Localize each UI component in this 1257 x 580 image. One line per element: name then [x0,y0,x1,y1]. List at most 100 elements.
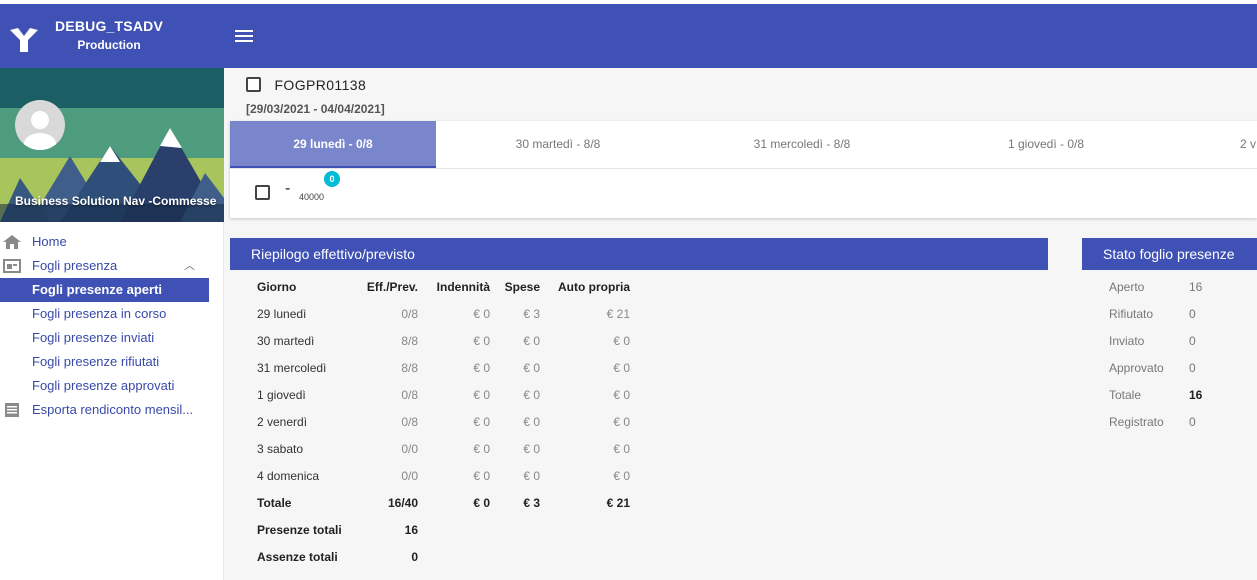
cell: € 0 [613,360,630,375]
tab-day-31[interactable]: 31 mercoledì - 8/8 [698,121,906,168]
company-name: Business Solution Nav -Commesse [15,194,217,208]
sidebar-item-fogli-inviati[interactable]: Fogli presenze inviati [0,326,224,350]
cell: € 0 [523,468,540,483]
chevron-up-icon[interactable]: ︿ [184,254,195,278]
cell: 0 [1189,306,1196,321]
table-row: 2 venerdì 0/8 € 0 € 0 € 0 [257,408,630,435]
column-header: Indennità [436,279,490,294]
cell: € 0 [523,414,540,429]
sidebar-item-fogli-in-corso[interactable]: Fogli presenza in corso [0,302,224,326]
tab-day-30[interactable]: 30 martedì - 8/8 [454,121,662,168]
timesheet-icon [3,259,21,273]
cell: Totale [1109,387,1142,402]
cell: 0/0 [401,468,418,483]
sidebar-item-fogli-approvati[interactable]: Fogli presenze approvati [0,374,224,398]
status-title: Stato foglio presenze [1082,238,1257,270]
cell: 16 [1189,387,1203,402]
cell: 1 giovedì [257,387,306,402]
table-row: Aperto 16 [1109,273,1202,300]
cell: € 0 [473,333,490,348]
presenze-row: Presenze totali 16 [257,516,630,543]
table-row: Inviato 0 [1109,327,1202,354]
cell: Approvato [1109,360,1164,375]
day-tabs-card: 29 lunedì - 0/8 30 martedì - 8/8 31 merc… [230,121,1257,218]
cell: 0 [1189,414,1196,429]
column-header: Giorno [257,279,297,294]
list-item: - 40000 0 [255,171,340,202]
cell: 16 [1189,279,1203,294]
sheet-select-checkbox[interactable] [246,77,261,93]
cell: 0 [1189,360,1196,375]
cell: € 0 [613,441,630,456]
sidebar-item-fogli-rifiutati[interactable]: Fogli presenze rifiutati [0,350,224,374]
app-name: DEBUG_TSADV [55,18,163,34]
cell: € 3 [523,306,540,321]
tab-day-1[interactable]: 1 giovedì - 0/8 [942,121,1150,168]
table-row: 4 domenica 0/0 € 0 € 0 € 0 [257,462,630,489]
sheet-code: FOGPR01138 [274,76,367,93]
cell: € 0 [613,387,630,402]
entry-checkbox[interactable] [255,185,270,201]
sidebar-item-label: Fogli presenze aperti [32,282,163,297]
cell: € 0 [613,333,630,348]
cell: € 0 [473,414,490,429]
list-icon [5,403,19,417]
cell: 0/8 [401,306,418,321]
cell: 4 domenica [257,468,320,483]
sidebar-item-esporta[interactable]: Esporta rendiconto mensil... [0,398,224,422]
app-logo-icon [10,28,38,52]
sidebar-item-fogli-aperti[interactable]: Fogli presenze aperti [0,278,209,302]
cell: 3 sabato [257,441,304,456]
cell: € 0 [473,387,490,402]
column-header: Auto propria [558,279,630,294]
cell: € 0 [473,495,490,510]
cell: € 0 [473,306,490,321]
cell: € 0 [473,360,490,375]
sidebar-item-home[interactable]: Home [0,230,224,254]
home-icon [3,235,21,249]
cell: € 0 [473,468,490,483]
user-icon [24,111,56,150]
cell: 0/8 [401,414,418,429]
cell: Registrato [1109,414,1164,429]
cell: € 0 [523,387,540,402]
tab-day-2[interactable]: 2 v [1240,121,1257,168]
cell: 8/8 [401,360,418,375]
sidebar-item-label: Home [32,234,67,249]
app-environment: Production [77,38,141,52]
table-row: 31 mercoledì 8/8 € 0 € 0 € 0 [257,354,630,381]
column-header: Spese [504,279,540,294]
sidebar-item-label: Esporta rendiconto mensil... [32,402,194,417]
status-table: Aperto 16 Rifiutato 0 Inviato 0 Approvato 0 … [1109,273,1202,435]
cell: € 0 [613,414,630,429]
sidebar-item-fogli-presenza[interactable]: Fogli presenza ︿ [0,254,224,278]
cell: Aperto [1109,279,1145,294]
cell: Assenze totali [257,549,338,564]
sidebar-item-label: Fogli presenze rifiutati [32,354,160,369]
cell: 16 [404,522,418,537]
cell: Rifiutato [1109,306,1154,321]
table-row: Approvato 0 [1109,354,1202,381]
avatar[interactable] [15,100,65,150]
sidebar: Business Solution Nav -Commesse Home Fog… [0,68,224,580]
sidebar-item-label: Fogli presenze approvati [32,378,175,393]
main-content: FOGPR01138 [29/03/2021 - 04/04/2021] 29 … [224,68,1257,580]
table-row: 29 lunedì 0/8 € 0 € 3 € 21 [257,300,630,327]
table-row: 1 giovedì 0/8 € 0 € 0 € 0 [257,381,630,408]
sheet-date-range: [29/03/2021 - 04/04/2021] [246,102,385,116]
table-row: Registrato 0 [1109,408,1202,435]
tab-day-29[interactable]: 29 lunedì - 0/8 [230,121,436,168]
cell: € 3 [523,495,540,510]
table-header: Giorno Eff./Prev. Indennità Spese Auto p… [257,273,630,300]
cell: € 0 [473,441,490,456]
cell: 0 [411,549,418,564]
cell: Totale [257,495,292,510]
assenze-row: Assenze totali 0 [257,543,630,570]
table-row: Rifiutato 0 [1109,300,1202,327]
cell: 2 venerdì [257,414,308,429]
cell: € 0 [523,441,540,456]
sheet-header: FOGPR01138 [246,76,366,94]
menu-toggle-button[interactable] [235,30,253,44]
column-header: Eff./Prev. [366,279,418,294]
summary-title: Riepilogo effettivo/previsto [230,238,1048,270]
